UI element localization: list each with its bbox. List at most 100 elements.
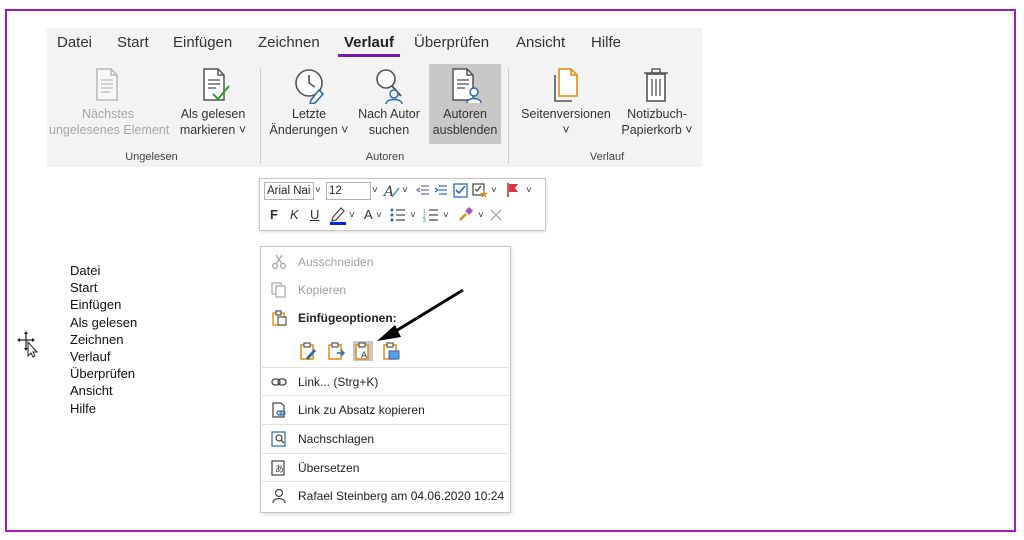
flag-dropdown-icon[interactable]: ˅ bbox=[526, 183, 532, 199]
menu-item-link[interactable]: Link... (Strg+K) bbox=[261, 369, 510, 395]
tab-einfuegen[interactable]: Einfügen bbox=[173, 34, 232, 51]
font-size-field[interactable]: 12 bbox=[326, 182, 371, 200]
next-unread-button[interactable]: Nächstes ungelesenes Element bbox=[49, 66, 170, 150]
next-unread-label-1: Nächstes bbox=[81, 107, 135, 121]
list-item: Ansicht bbox=[70, 383, 113, 399]
notebook-recycle-label-1: Notizbuch- bbox=[627, 107, 687, 121]
paste-merge-formatting-icon[interactable] bbox=[326, 341, 346, 361]
list-item: Als gelesen bbox=[70, 314, 138, 330]
hide-authors-button[interactable]: Autoren ausblenden bbox=[429, 64, 501, 144]
translate-icon: あ bbox=[271, 460, 285, 476]
highlight-dropdown-icon[interactable]: ˅ bbox=[349, 208, 355, 224]
find-by-author-label-1: Nach Autor bbox=[358, 107, 420, 121]
author-info-label: Rafael Steinberg am 04.06.2020 10:24 bbox=[298, 489, 505, 503]
underline-button[interactable]: U bbox=[310, 207, 319, 223]
menu-separator bbox=[262, 424, 509, 425]
bullet-list-dropdown-icon[interactable]: ˅ bbox=[410, 208, 416, 224]
menu-item-cut[interactable]: Ausschneiden bbox=[261, 249, 510, 275]
styles-dropdown-icon[interactable]: ˅ bbox=[402, 183, 408, 199]
menu-item-author-info: Rafael Steinberg am 04.06.2020 10:24 bbox=[261, 483, 510, 509]
recent-changes-label-2: Änderungen ˅ bbox=[269, 123, 349, 137]
tab-ueberpruefen[interactable]: Überprüfen bbox=[414, 34, 489, 51]
bullet-list-icon[interactable] bbox=[390, 208, 406, 222]
menu-item-copy-label: Kopieren bbox=[298, 283, 347, 297]
font-name-dropdown-icon[interactable]: ˅ bbox=[315, 183, 321, 199]
tab-start[interactable]: Start bbox=[117, 34, 149, 51]
tab-datei[interactable]: Datei bbox=[57, 34, 92, 51]
numbered-list-dropdown-icon[interactable]: ˅ bbox=[443, 208, 449, 224]
flag-icon[interactable] bbox=[506, 182, 520, 198]
page-versions-label-1: Seitenversionen bbox=[521, 107, 611, 121]
context-menu: Ausschneiden Kopieren Einfügeoptionen: A bbox=[260, 246, 511, 513]
menu-item-lookup[interactable]: Nachschlagen bbox=[261, 426, 510, 452]
menu-separator bbox=[262, 395, 509, 396]
tab-zeichnen[interactable]: Zeichnen bbox=[258, 34, 320, 51]
page-versions-icon bbox=[554, 68, 578, 102]
tags-dropdown-icon[interactable]: ˅ bbox=[491, 183, 497, 199]
numbered-list-icon[interactable]: 1 2 3 bbox=[423, 208, 439, 222]
group-label-unread: Ungelesen bbox=[125, 151, 178, 163]
tab-hilfe[interactable]: Hilfe bbox=[591, 34, 621, 51]
highlight-pen-icon[interactable] bbox=[329, 205, 347, 225]
clear-formatting-icon[interactable] bbox=[490, 209, 502, 221]
next-unread-icon bbox=[96, 68, 118, 101]
tab-ansicht[interactable]: Ansicht bbox=[516, 34, 565, 51]
decrease-indent-icon[interactable] bbox=[416, 184, 430, 197]
ribbon: Datei Start Einfügen Zeichnen Verlauf Üb… bbox=[47, 28, 702, 167]
group-label-authors: Autoren bbox=[365, 151, 405, 163]
next-unread-label-2: ungelesenes Element bbox=[49, 123, 170, 137]
link-icon bbox=[271, 378, 287, 386]
font-size-value: 12 bbox=[329, 185, 342, 197]
pasted-text-list: Datei Start Einfügen Als gelesen Zeichne… bbox=[70, 262, 137, 417]
ribbon-tabs: Datei Start Einfügen Zeichnen Verlauf Üb… bbox=[47, 28, 702, 58]
person-search-icon bbox=[376, 69, 403, 104]
find-by-author-label-2: suchen bbox=[368, 123, 410, 137]
scissors-icon bbox=[271, 254, 287, 270]
mini-toolbar: Arial Nai ˅ 12 ˅ A ˅ ˅ ˅ F K U ˅ A ˅ ˅ 1… bbox=[259, 178, 546, 231]
menu-item-translate-label: Übersetzen bbox=[298, 461, 360, 475]
notebook-recycle-bin-button[interactable]: Notizbuch- Papierkorb ˅ bbox=[617, 66, 697, 150]
tab-verlauf[interactable]: Verlauf bbox=[337, 34, 401, 57]
italic-button[interactable]: K bbox=[290, 207, 299, 223]
page-link-icon bbox=[272, 402, 286, 418]
font-size-dropdown-icon[interactable]: ˅ bbox=[372, 183, 378, 199]
annotation-arrow bbox=[377, 288, 464, 341]
lookup-icon bbox=[271, 431, 286, 447]
svg-text:3: 3 bbox=[423, 218, 426, 222]
menu-item-cut-label: Ausschneiden bbox=[298, 255, 374, 269]
styles-icon[interactable]: A bbox=[383, 183, 401, 199]
menu-item-copy-paragraph-link-label: Link zu Absatz kopieren bbox=[298, 403, 425, 417]
format-painter-icon[interactable] bbox=[458, 206, 474, 222]
menu-item-translate[interactable]: あ Übersetzen bbox=[261, 455, 510, 481]
tag-star-icon[interactable] bbox=[472, 182, 488, 198]
font-name-field[interactable]: Arial Nai bbox=[264, 182, 314, 200]
paste-text-only-icon[interactable]: A bbox=[353, 341, 373, 361]
group-separator bbox=[260, 68, 261, 164]
list-item: Zeichnen bbox=[70, 331, 124, 347]
paste-keep-formatting-icon[interactable] bbox=[298, 341, 318, 361]
menu-item-lookup-label: Nachschlagen bbox=[298, 432, 375, 446]
list-item: Einfügen bbox=[70, 297, 122, 313]
todo-checkbox-icon[interactable] bbox=[453, 182, 469, 198]
page-versions-button[interactable]: Seitenversionen ˅ bbox=[517, 66, 615, 150]
mark-read-button[interactable]: Als gelesen markieren ˅ bbox=[175, 66, 251, 150]
font-color-dropdown-icon[interactable]: ˅ bbox=[376, 208, 382, 224]
format-painter-dropdown-icon[interactable]: ˅ bbox=[478, 208, 484, 224]
hide-authors-label-2: ausblenden bbox=[432, 123, 498, 137]
menu-item-copy-paragraph-link[interactable]: Link zu Absatz kopieren bbox=[261, 397, 510, 423]
copy-icon bbox=[271, 282, 286, 298]
list-item: Start bbox=[70, 280, 98, 296]
menu-item-link-label: Link... (Strg+K) bbox=[298, 375, 379, 389]
font-name-value: Arial Nai bbox=[267, 185, 311, 197]
page-versions-label-2: ˅ bbox=[562, 123, 570, 137]
document-person-icon bbox=[452, 68, 482, 104]
recent-changes-button[interactable]: Letzte Änderungen ˅ bbox=[269, 66, 349, 150]
menu-separator bbox=[262, 367, 509, 368]
find-by-author-button[interactable]: Nach Autor suchen bbox=[352, 66, 426, 150]
bold-button[interactable]: F bbox=[270, 207, 278, 223]
list-item: Überprüfen bbox=[70, 366, 136, 382]
font-color-button[interactable]: A bbox=[364, 207, 373, 223]
increase-indent-icon[interactable] bbox=[434, 184, 448, 197]
notebook-recycle-label-2: Papierkorb ˅ bbox=[621, 123, 693, 137]
group-label-history: Verlauf bbox=[589, 151, 625, 163]
